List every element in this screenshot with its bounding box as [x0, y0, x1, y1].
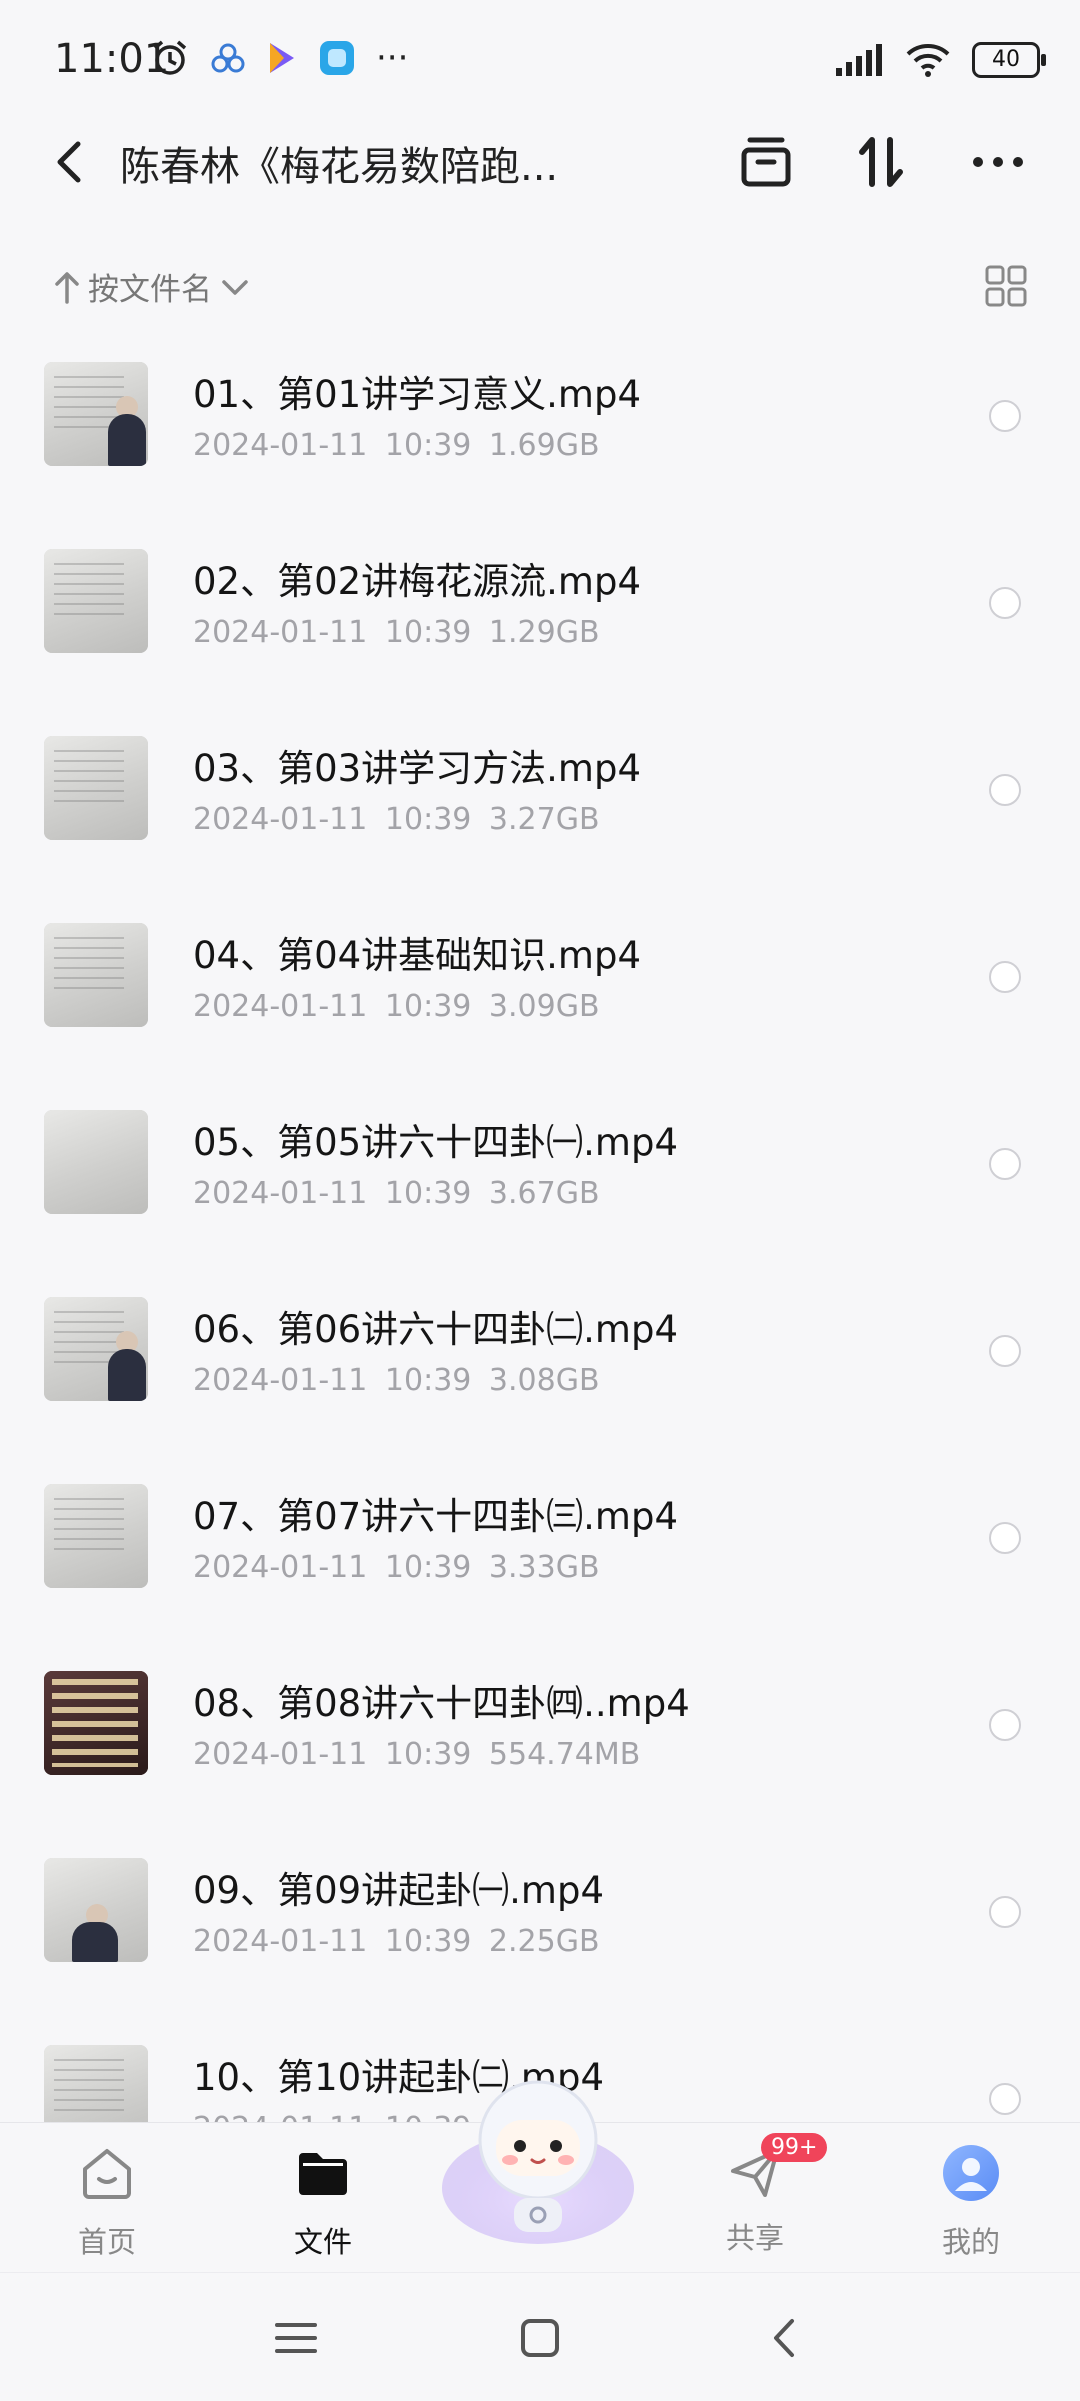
file-meta: 2024-01-11 10:39	[193, 2111, 471, 2122]
sort-icon[interactable]	[852, 132, 912, 192]
tab-label: 文件	[293, 2225, 352, 2259]
file-meta: 2024-01-11 10:39 554.74MB	[193, 1737, 641, 1772]
video-thumbnail	[44, 2045, 148, 2122]
app-tile-icon	[320, 41, 354, 75]
file-meta: 2024-01-11 10:39 1.69GB	[193, 428, 600, 463]
select-checkbox[interactable]	[989, 2083, 1021, 2115]
file-name: 09、第09讲起卦㈠.mp4	[193, 1869, 604, 1912]
select-checkbox[interactable]	[989, 1148, 1021, 1180]
file-name: 06、第06讲六十四卦㈡.mp4	[193, 1308, 678, 1351]
file-name: 05、第05讲六十四卦㈠.mp4	[193, 1121, 678, 1164]
wifi-icon	[906, 44, 950, 77]
back-nav-icon[interactable]	[760, 2313, 810, 2363]
menu-icon[interactable]	[271, 2313, 321, 2363]
battery-level: 40	[992, 47, 1020, 72]
sort-selector[interactable]: 按文件名	[52, 264, 252, 309]
select-checkbox[interactable]	[989, 774, 1021, 806]
select-checkbox[interactable]	[989, 587, 1021, 619]
folder-icon	[299, 2153, 347, 2195]
video-thumbnail	[44, 1484, 148, 1588]
file-meta: 2024-01-11 10:39 3.33GB	[193, 1550, 600, 1585]
file-list: 01、第01讲学习意义.mp4 2024-01-11 10:39 1.69GB …	[0, 340, 1080, 2122]
file-row[interactable]: 05、第05讲六十四卦㈠.mp4 2024-01-11 10:39 3.67GB	[0, 1088, 1080, 1275]
video-thumbnail	[44, 736, 148, 840]
select-checkbox[interactable]	[989, 961, 1021, 993]
select-checkbox[interactable]	[989, 1522, 1021, 1554]
tab-files[interactable]: 文件	[248, 2143, 398, 2261]
more-notifications: ···	[376, 38, 409, 78]
tab-label: 共享	[725, 2221, 784, 2255]
file-name: 02、第02讲梅花源流.mp4	[193, 560, 641, 603]
file-row[interactable]: 02、第02讲梅花源流.mp4 2024-01-11 10:39 1.29GB	[0, 527, 1080, 714]
tab-share[interactable]: 99+ 共享	[680, 2133, 830, 2257]
file-row[interactable]: 09、第09讲起卦㈠.mp4 2024-01-11 10:39 2.25GB	[0, 1836, 1080, 2023]
video-thumbnail	[44, 362, 148, 466]
file-name: 01、第01讲学习意义.mp4	[193, 373, 641, 416]
send-icon-wrapper: 99+	[725, 2133, 828, 2203]
file-row[interactable]: 07、第07讲六十四卦㈢.mp4 2024-01-11 10:39 3.33GB	[0, 1462, 1080, 1649]
video-thumbnail	[44, 923, 148, 1027]
alarm-icon	[153, 40, 187, 75]
select-checkbox[interactable]	[989, 1335, 1021, 1367]
tab-me[interactable]: 我的	[896, 2143, 1046, 2261]
tab-label: 首页	[77, 2225, 136, 2259]
video-thumbnail	[44, 1110, 148, 1214]
file-row[interactable]: 08、第08讲六十四卦㈣..mp4 2024-01-11 10:39 554.7…	[0, 1649, 1080, 1836]
tab-home[interactable]: 首页	[32, 2143, 182, 2261]
file-row[interactable]: 01、第01讲学习意义.mp4 2024-01-11 10:39 1.69GB	[0, 340, 1080, 527]
file-name: 03、第03讲学习方法.mp4	[193, 747, 641, 790]
file-name: 07、第07讲六十四卦㈢.mp4	[193, 1495, 678, 1538]
chevron-down-icon	[222, 279, 248, 295]
file-row[interactable]: 04、第04讲基础知识.mp4 2024-01-11 10:39 3.09GB	[0, 901, 1080, 1088]
notification-badge: 99+	[761, 2133, 828, 2162]
file-name: 08、第08讲六十四卦㈣..mp4	[193, 1682, 690, 1725]
file-meta: 2024-01-11 10:39 3.27GB	[193, 802, 600, 837]
sort-up-arrow-icon	[55, 271, 79, 304]
sort-label: 按文件名	[88, 272, 212, 308]
grid-view-icon[interactable]	[984, 264, 1028, 308]
status-system-icons: 40	[834, 42, 1046, 78]
file-meta: 2024-01-11 10:39 3.67GB	[193, 1176, 600, 1211]
video-thumbnail	[44, 1297, 148, 1401]
file-name: 04、第04讲基础知识.mp4	[193, 934, 641, 977]
file-meta: 2024-01-11 10:39 2.25GB	[193, 1924, 600, 1959]
select-checkbox[interactable]	[989, 400, 1021, 432]
system-navigation-bar	[0, 2272, 1080, 2401]
battery-icon: 40	[972, 42, 1046, 78]
select-checkbox[interactable]	[989, 1896, 1021, 1928]
tab-label: 我的	[941, 2225, 1000, 2259]
signal-icon	[836, 44, 882, 76]
play-store-icon	[270, 43, 294, 73]
status-notification-icons: ···	[150, 38, 408, 78]
file-row[interactable]: 03、第03讲学习方法.mp4 2024-01-11 10:39 3.27GB	[0, 714, 1080, 901]
video-thumbnail	[44, 1858, 148, 1962]
file-meta: 2024-01-11 10:39 3.08GB	[193, 1363, 600, 1398]
home-square-icon[interactable]	[515, 2313, 565, 2363]
video-thumbnail	[44, 1671, 148, 1775]
file-meta: 2024-01-11 10:39 1.29GB	[193, 615, 600, 650]
mascot-assistant-icon[interactable]	[438, 2060, 638, 2250]
home-icon	[83, 2149, 131, 2199]
status-bar: 11:01 ··· 40	[0, 0, 1080, 120]
back-arrow-icon[interactable]	[44, 132, 94, 192]
video-thumbnail	[44, 549, 148, 653]
avatar-icon	[943, 2145, 999, 2201]
cloud-app-icon	[211, 43, 245, 73]
archive-icon[interactable]	[736, 132, 796, 192]
file-meta: 2024-01-11 10:39 3.09GB	[193, 989, 600, 1024]
file-row[interactable]: 06、第06讲六十四卦㈡.mp4 2024-01-11 10:39 3.08GB	[0, 1275, 1080, 1462]
more-icon[interactable]	[968, 132, 1028, 192]
page-title: 陈春林《梅花易数陪跑...	[120, 144, 559, 190]
select-checkbox[interactable]	[989, 1709, 1021, 1741]
